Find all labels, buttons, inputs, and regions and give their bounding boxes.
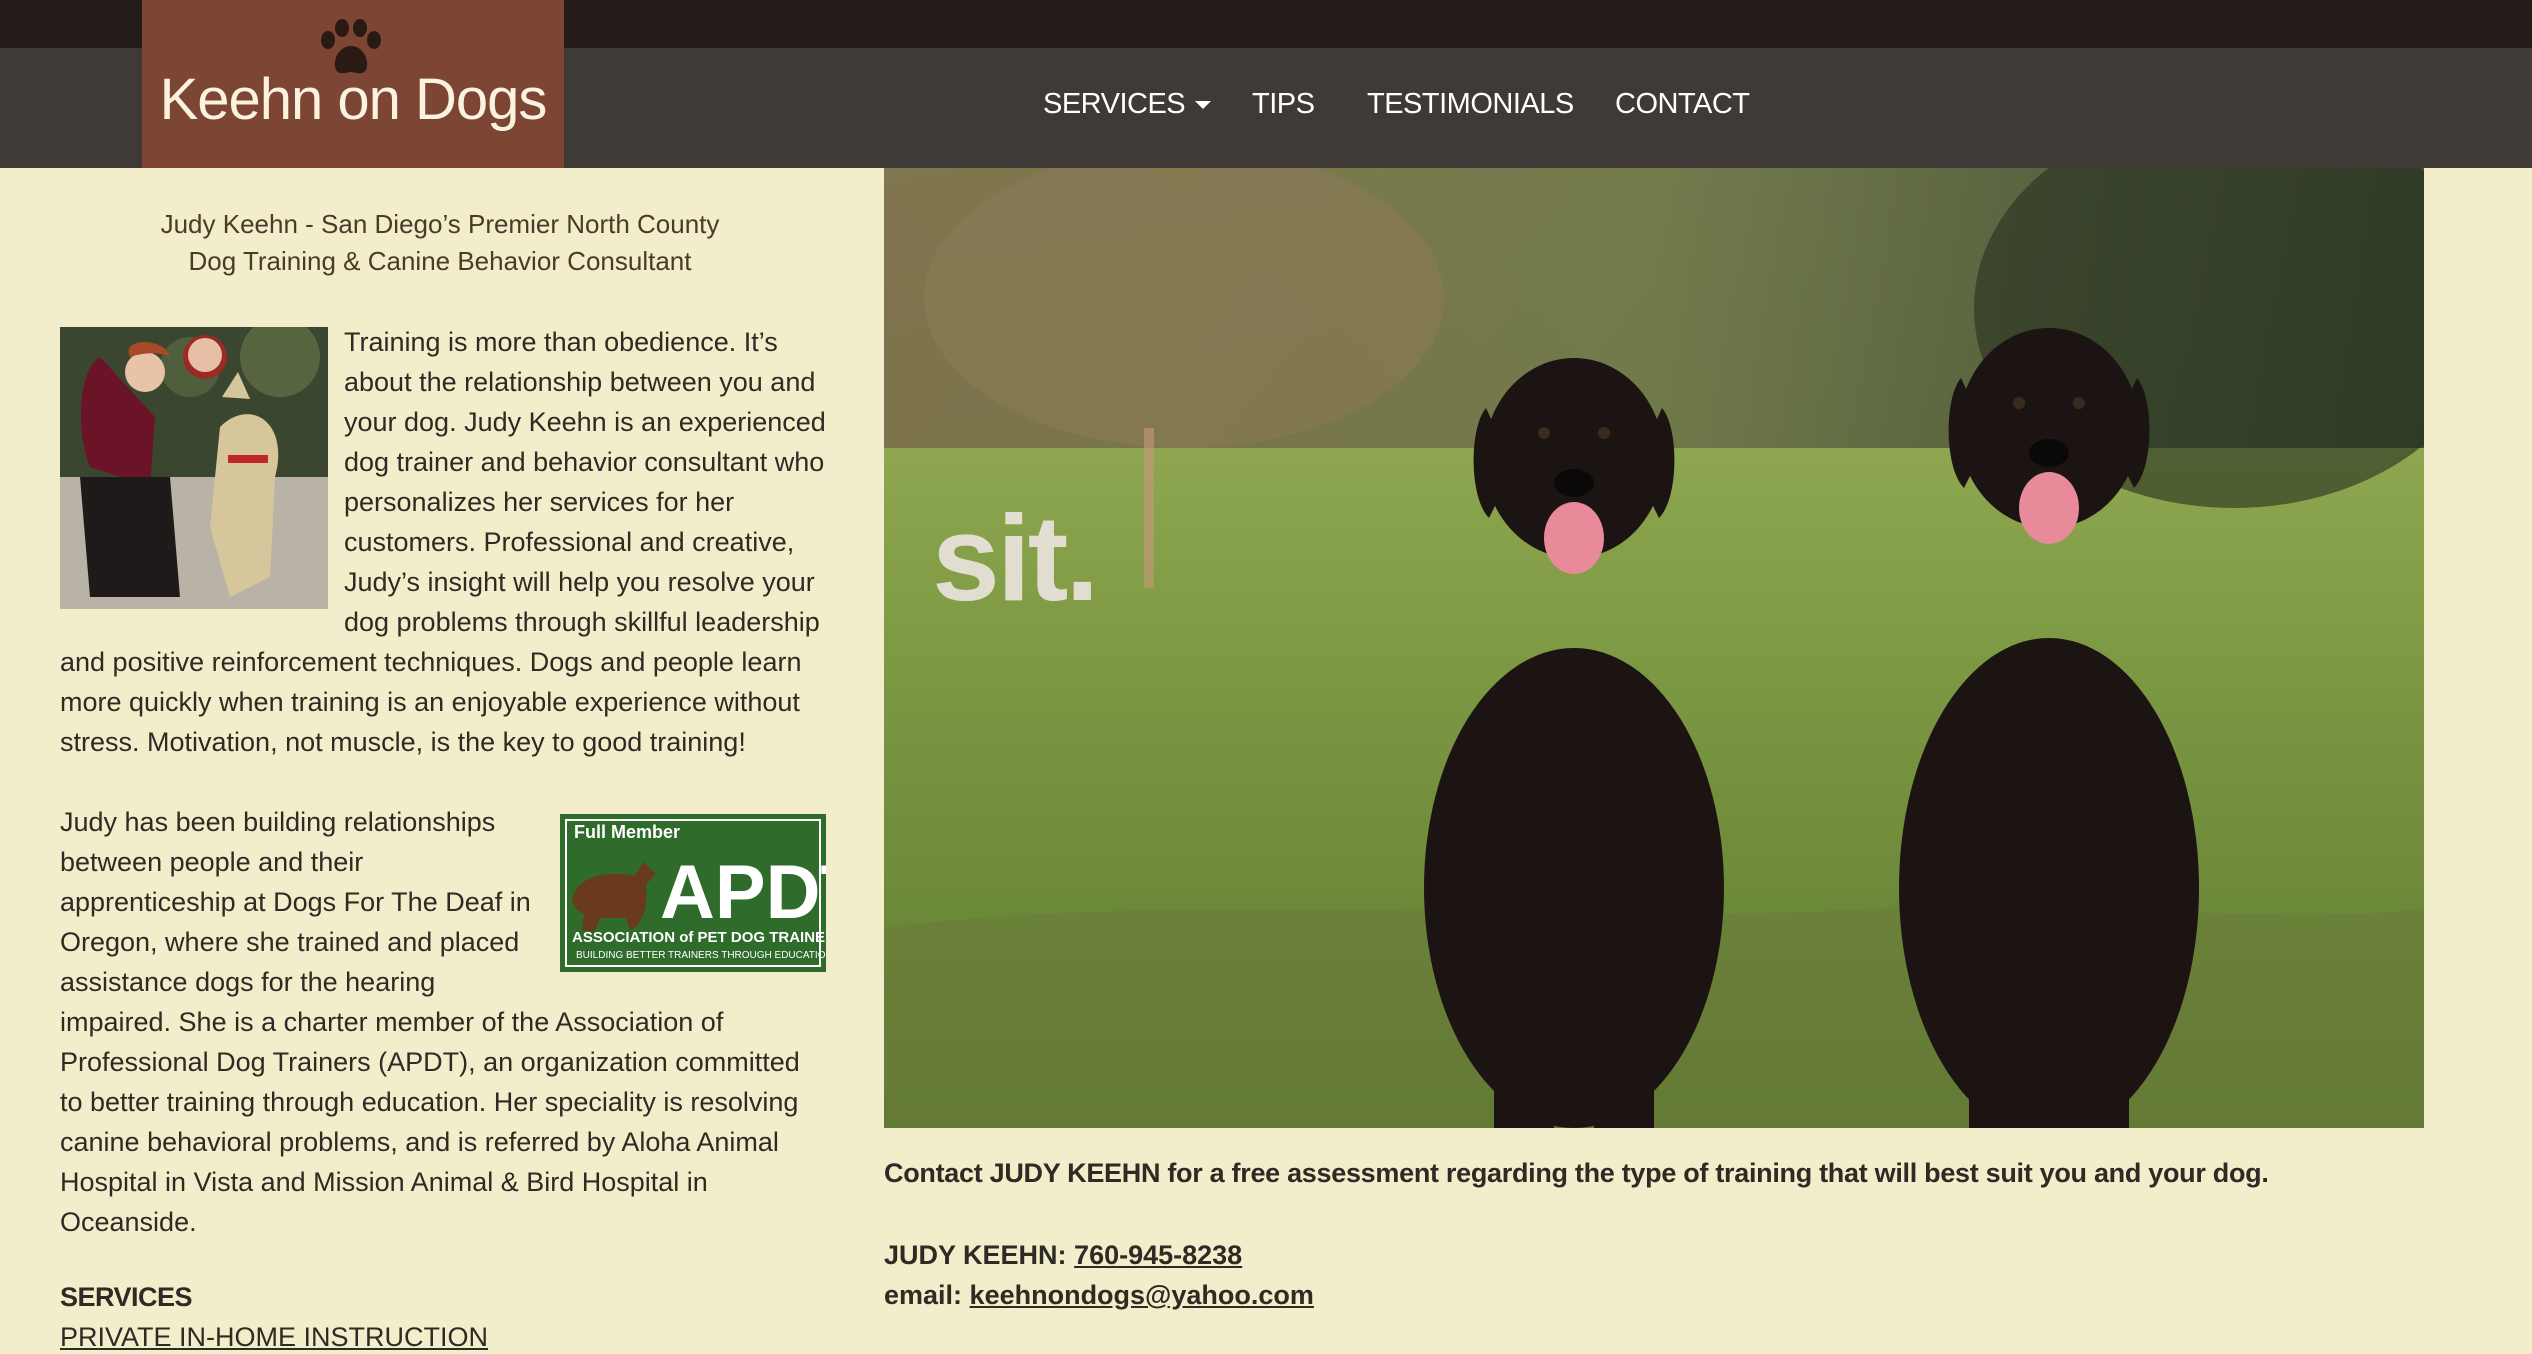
logo-text: Keehn on Dogs [159,67,548,132]
photo-illustration [60,327,328,609]
phone-line: JUDY KEEHN: 760-945-8238 [884,1240,1242,1271]
apdt-logo-text: APDT [660,850,826,935]
nav-services[interactable]: SERVICES [1043,88,1212,121]
tagline: Judy Keehn - San Diego’s Premier North C… [60,206,820,280]
judy-with-dog-photo [60,327,328,609]
apdt-membership-badge[interactable]: Full Member APDT ASSOCIATION of PET DOG … [560,814,867,972]
contact-assessment-text: Contact JUDY KEEHN for a free assessment… [884,1158,2269,1188]
private-in-home-instruction-link[interactable]: PRIVATE IN-HOME INSTRUCTION [60,1322,488,1353]
nav-services-label: SERVICES [1043,88,1186,120]
email-link[interactable]: keehnondogs@yahoo.com [970,1280,1314,1310]
tagline-line-2: Dog Training & Canine Behavior Consultan… [188,246,692,276]
intro-content: Training is more than obedience. It’s ab… [60,322,867,1242]
services-heading: SERVICES [60,1282,193,1312]
apdt-tagline-text: BUILDING BETTER TRAINERS THROUGH EDUCATI… [576,950,826,961]
nav-contact[interactable]: CONTACT [1615,88,1750,121]
hero-two-labradors-illustration [884,168,2424,1128]
apdt-association-text: ASSOCIATION of PET DOG TRAINERS [572,929,826,946]
nav-tips[interactable]: TIPS [1252,88,1315,121]
tagline-line-1: Judy Keehn - San Diego’s Premier North C… [160,209,720,239]
nav-testimonials[interactable]: TESTIMONIALS [1367,88,1574,121]
apdt-logo: Full Member APDT ASSOCIATION of PET DOG … [560,814,867,972]
phone-link[interactable]: 760-945-8238 [1074,1240,1242,1270]
email-label: email: [884,1280,970,1310]
site-logo[interactable]: Keehn on Dogs [142,0,564,168]
email-line: email: keehnondogs@yahoo.com [884,1280,1314,1311]
phone-label: JUDY KEEHN: [884,1240,1075,1270]
apdt-full-member-text: Full Member [574,822,680,842]
hero-image: sit. [884,168,2424,1128]
intro-paragraph-2: Full Member APDT ASSOCIATION of PET DOG … [60,802,867,1242]
caret-down-icon [1195,101,1212,110]
hero-sit-text: sit. [932,490,1099,626]
